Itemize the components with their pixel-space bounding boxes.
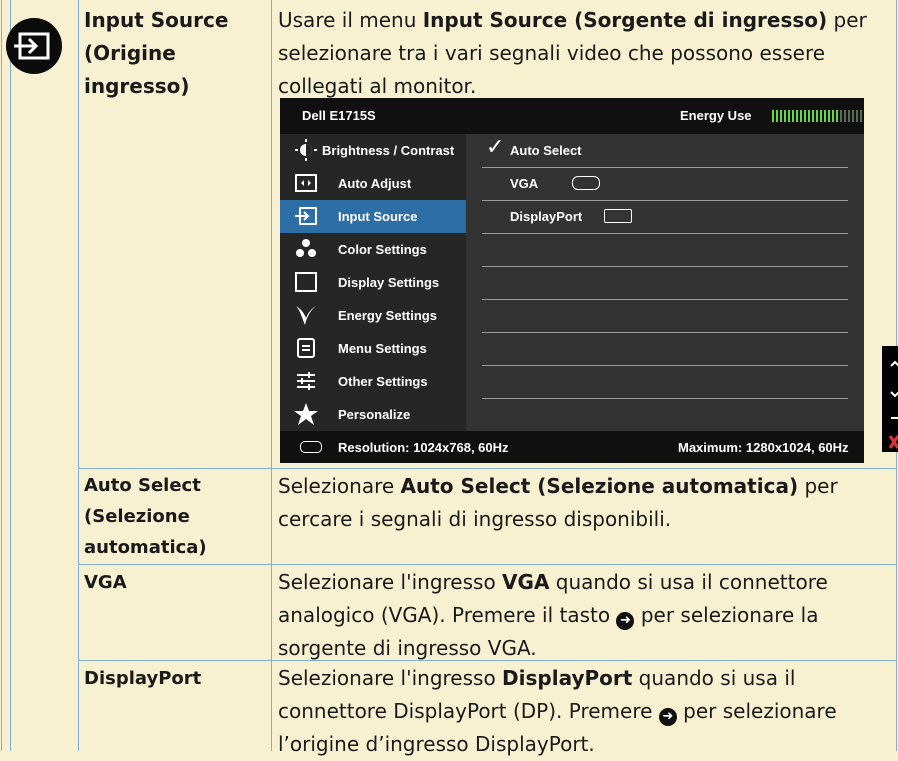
energy-use-label: Energy Use bbox=[680, 108, 752, 123]
desc-input-source: Usare il menu Input Source (Sorgente di … bbox=[278, 4, 890, 103]
menu-item-input-source[interactable]: Input Source bbox=[280, 200, 466, 233]
displayport-connector-icon bbox=[604, 209, 632, 223]
menu-item-personalize[interactable]: Personalize bbox=[280, 398, 466, 431]
right-arrow-button-icon: ➜ bbox=[616, 612, 635, 630]
option-empty bbox=[482, 398, 848, 431]
energy-meter-icon bbox=[772, 110, 862, 122]
term-label: Auto Select (Selezione automatica) bbox=[84, 475, 207, 558]
auto-adjust-icon bbox=[295, 174, 317, 192]
display-settings-icon bbox=[295, 272, 317, 292]
menu-label: Display Settings bbox=[338, 275, 440, 290]
menu-label: Input Source bbox=[338, 209, 418, 224]
term-label: DisplayPort bbox=[84, 668, 202, 689]
option-empty bbox=[482, 299, 848, 333]
option-label: Auto Select bbox=[510, 143, 582, 158]
input-source-icon bbox=[295, 207, 317, 225]
monitor-buttons-strip bbox=[882, 346, 898, 452]
right-arrow-button-icon: ➜ bbox=[658, 708, 677, 726]
term-auto-select: Auto Select (Selezione automatica) bbox=[84, 470, 264, 563]
menu-settings-icon bbox=[297, 338, 315, 358]
table-border-icon-col bbox=[10, 0, 11, 751]
term-label: VGA bbox=[84, 572, 127, 593]
desc-text: Selezionare l'ingresso bbox=[278, 570, 503, 594]
option-empty bbox=[482, 233, 848, 267]
table-border-term-col-left bbox=[78, 0, 79, 751]
checkmark-icon: ✓ bbox=[486, 134, 505, 159]
other-settings-icon bbox=[297, 372, 315, 390]
osd-menu: Brightness / Contrast Auto Adjust Input … bbox=[280, 134, 466, 431]
desc-vga: Selezionare l'ingresso VGA quando si usa… bbox=[278, 566, 890, 665]
row-divider bbox=[78, 564, 897, 565]
vga-connector-icon bbox=[300, 441, 322, 453]
osd-options-panel: ✓ Auto Select VGA DisplayPort bbox=[466, 134, 864, 431]
term-label: Input Source (Origine ingresso) bbox=[84, 8, 229, 98]
menu-item-other-settings[interactable]: Other Settings bbox=[280, 365, 466, 398]
option-auto-select[interactable]: ✓ Auto Select bbox=[482, 134, 848, 168]
star-icon bbox=[294, 403, 318, 425]
osd-screenshot: Dell E1715S Energy Use Brightness / Cont… bbox=[280, 98, 864, 463]
option-label: DisplayPort bbox=[510, 209, 583, 224]
menu-item-menu-settings[interactable]: Menu Settings bbox=[280, 332, 466, 365]
energy-settings-icon bbox=[296, 306, 316, 325]
menu-label: Auto Adjust bbox=[338, 176, 412, 191]
menu-label: Color Settings bbox=[338, 242, 427, 257]
desc-emphasis: Auto Select (Selezione automatica) bbox=[400, 474, 799, 498]
menu-label: Brightness / Contrast bbox=[322, 143, 455, 158]
color-settings-icon bbox=[296, 239, 316, 257]
row-divider bbox=[78, 468, 897, 469]
option-label: VGA bbox=[510, 176, 539, 191]
osd-header: Dell E1715S Energy Use bbox=[280, 98, 864, 134]
menu-label: Menu Settings bbox=[338, 341, 427, 356]
table-border-term-col-right bbox=[271, 0, 272, 751]
monitor-button-icons bbox=[888, 360, 898, 449]
document-page: Input Source (Origine ingresso) Usare il… bbox=[0, 0, 898, 756]
desc-text: Selezionare bbox=[278, 474, 401, 498]
menu-label: Other Settings bbox=[338, 374, 428, 389]
desc-text: Usare il menu bbox=[278, 8, 423, 32]
desc-text: Selezionare l'ingresso bbox=[278, 666, 503, 690]
desc-auto-select: Selezionare Auto Select (Selezione autom… bbox=[278, 470, 878, 536]
menu-label: Energy Settings bbox=[338, 308, 437, 323]
option-empty bbox=[482, 266, 848, 300]
menu-item-display-settings[interactable]: Display Settings bbox=[280, 266, 466, 299]
input-source-icon bbox=[6, 18, 62, 74]
desc-emphasis: VGA bbox=[502, 570, 550, 594]
osd-title: Dell E1715S bbox=[302, 108, 376, 123]
desc-emphasis: Input Source (Sorgente di ingresso) bbox=[422, 8, 828, 32]
desc-emphasis: DisplayPort bbox=[502, 666, 633, 690]
menu-label: Personalize bbox=[338, 407, 411, 422]
menu-item-brightness-contrast[interactable]: Brightness / Contrast bbox=[280, 134, 466, 167]
menu-item-energy-settings[interactable]: Energy Settings bbox=[280, 299, 466, 332]
option-vga[interactable]: VGA bbox=[482, 167, 848, 201]
osd-footer: Resolution: 1024x768, 60Hz Maximum: 1280… bbox=[280, 431, 864, 463]
menu-item-color-settings[interactable]: Color Settings bbox=[280, 233, 466, 266]
table-border-left bbox=[1, 0, 2, 751]
max-resolution-text: Maximum: 1280x1024, 60Hz bbox=[678, 440, 849, 455]
desc-displayport: Selezionare l'ingresso DisplayPort quand… bbox=[278, 662, 890, 761]
term-displayport: DisplayPort bbox=[84, 662, 264, 695]
option-displayport[interactable]: DisplayPort bbox=[482, 200, 848, 234]
term-input-source: Input Source (Origine ingresso) bbox=[84, 4, 264, 103]
option-empty bbox=[482, 365, 848, 399]
brightness-icon bbox=[295, 139, 317, 161]
option-empty bbox=[482, 332, 848, 366]
menu-item-auto-adjust[interactable]: Auto Adjust bbox=[280, 167, 466, 200]
term-vga: VGA bbox=[84, 566, 264, 599]
resolution-text: Resolution: 1024x768, 60Hz bbox=[338, 440, 509, 455]
vga-connector-icon bbox=[572, 176, 600, 190]
